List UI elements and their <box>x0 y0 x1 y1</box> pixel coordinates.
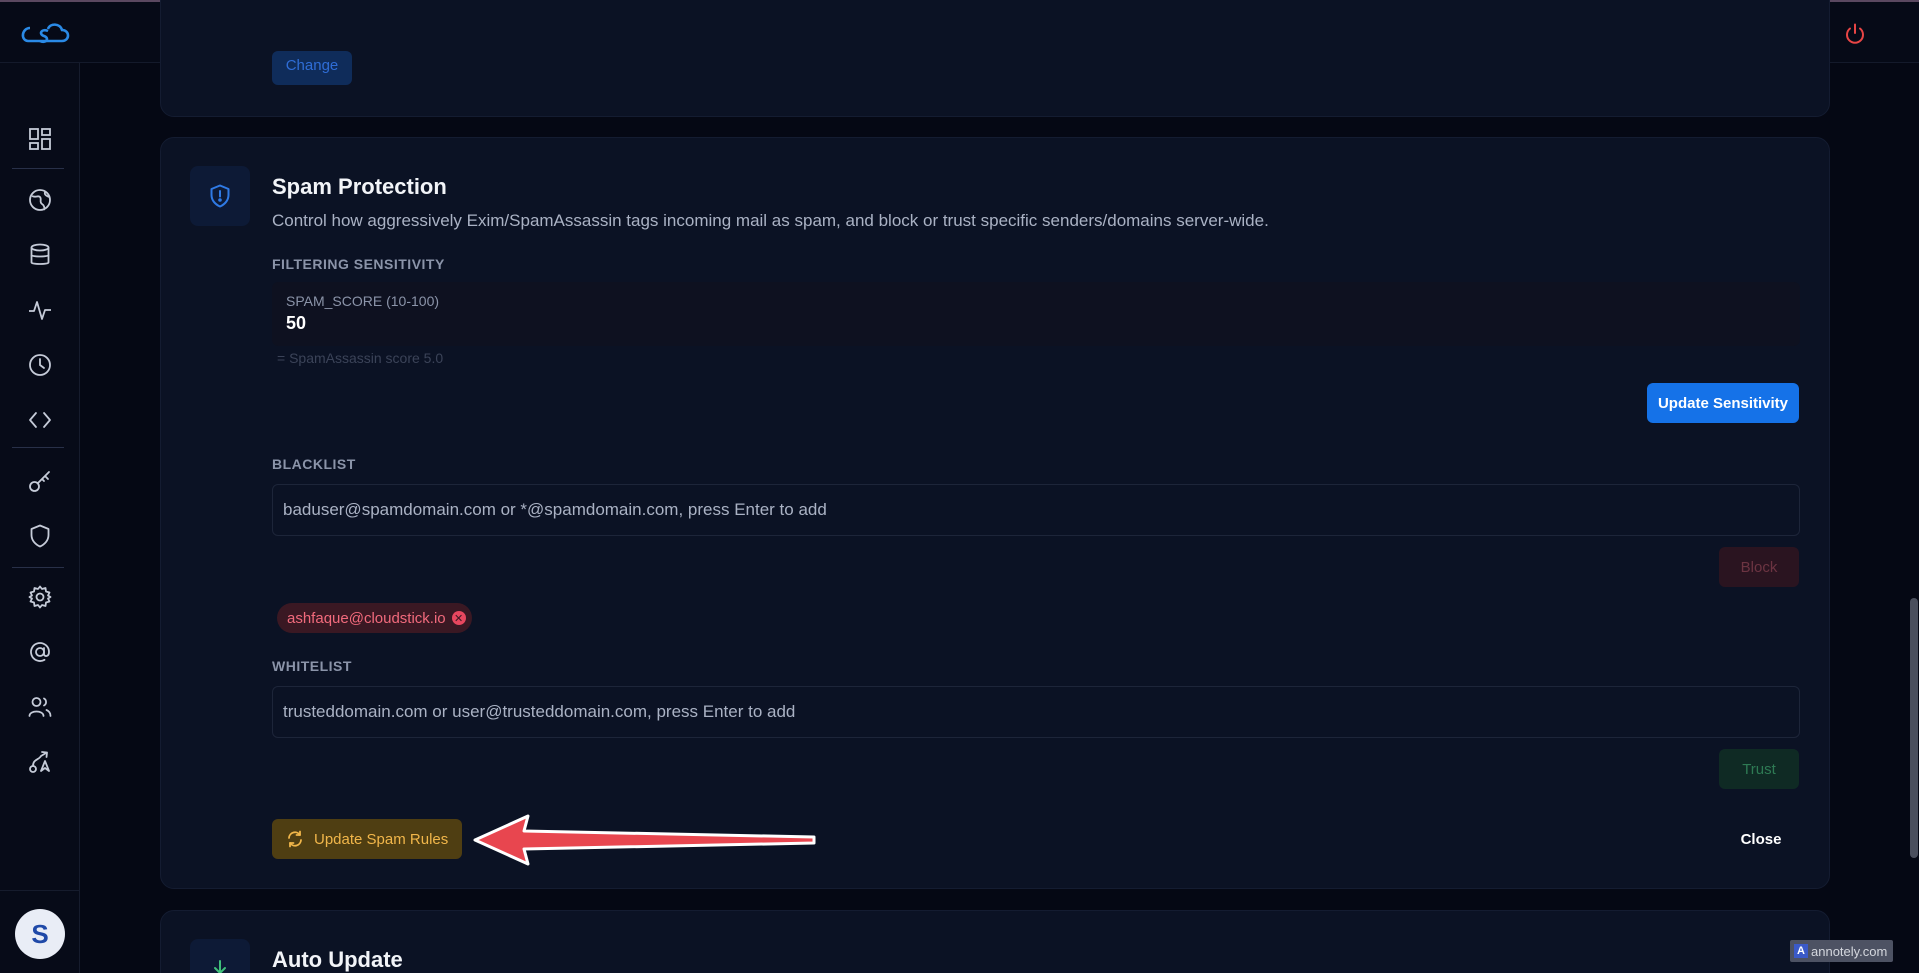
card-title: Auto Update <box>272 947 403 972</box>
previous-settings-card: Change <box>160 0 1830 117</box>
watermark-logo: A <box>1794 944 1808 958</box>
whitelist-input[interactable] <box>272 686 1800 738</box>
remove-entry-icon[interactable]: ✕ <box>451 611 466 625</box>
spam-protection-card: Spam Protection Control how aggressively… <box>160 137 1830 889</box>
card-description: Control how aggressively Exim/SpamAssass… <box>272 211 1269 230</box>
auto-update-icon-box <box>190 939 250 973</box>
spam-score-field[interactable]: SPAM_SCORE (10-100) 50 <box>272 282 1800 346</box>
trust-button[interactable]: Trust <box>1719 749 1799 789</box>
download-icon <box>214 960 226 973</box>
spam-protection-icon-box <box>190 166 250 226</box>
update-spam-rules-label: Update Spam Rules <box>314 830 449 848</box>
close-button[interactable]: Close <box>1726 821 1796 857</box>
cloudstick-logo-icon[interactable] <box>18 20 72 48</box>
user-avatar[interactable]: S <box>15 909 65 959</box>
block-button[interactable]: Block <box>1719 547 1799 587</box>
at-sign-icon[interactable] <box>27 639 53 665</box>
whitelist-label: WHITELIST <box>272 658 352 674</box>
dashboard-icon[interactable] <box>27 126 53 152</box>
spam-score-label: SPAM_SCORE (10-100) <box>286 293 440 309</box>
update-spam-rules-button[interactable]: Update Spam Rules <box>272 819 462 859</box>
sidebar: S <box>0 63 80 973</box>
watermark-text: annotely.com <box>1811 943 1888 959</box>
filtering-sensitivity-label: FILTERING SENSITIVITY <box>272 256 445 272</box>
sidebar-divider <box>12 168 64 169</box>
scrollbar-thumb[interactable] <box>1910 598 1918 858</box>
card-title: Spam Protection <box>272 174 447 199</box>
activity-icon[interactable] <box>27 297 53 323</box>
sidebar-divider <box>12 447 64 448</box>
key-icon[interactable] <box>27 468 53 494</box>
sidebar-divider <box>0 890 80 891</box>
spam-score-value[interactable]: 50 <box>286 313 306 334</box>
gear-icon[interactable] <box>27 584 53 610</box>
blacklist-label: BLACKLIST <box>272 456 356 472</box>
power-icon[interactable] <box>1843 22 1867 46</box>
watermark: A annotely.com <box>1790 940 1894 962</box>
shield-icon[interactable] <box>27 523 53 549</box>
clock-icon[interactable] <box>27 352 53 378</box>
spam-score-hint: = SpamAssassin score 5.0 <box>277 350 444 366</box>
code-icon[interactable] <box>27 407 53 433</box>
sidebar-divider <box>12 567 64 568</box>
route-icon[interactable] <box>27 749 53 775</box>
refresh-icon <box>288 830 302 848</box>
shield-alert-icon <box>210 184 230 208</box>
update-sensitivity-button[interactable]: Update Sensitivity <box>1647 383 1799 423</box>
blacklist-entry-chip: ashfaque@cloudstick.io ✕ <box>277 603 472 633</box>
users-icon[interactable] <box>27 694 53 720</box>
globe-icon[interactable] <box>27 187 53 213</box>
blacklist-input[interactable] <box>272 484 1800 536</box>
change-button[interactable]: Change <box>272 51 352 85</box>
database-icon[interactable] <box>27 242 53 268</box>
auto-update-card: Auto Update <box>160 910 1830 973</box>
annotation-arrow-icon <box>473 814 816 866</box>
blacklist-entry-text: ashfaque@cloudstick.io <box>287 609 446 627</box>
